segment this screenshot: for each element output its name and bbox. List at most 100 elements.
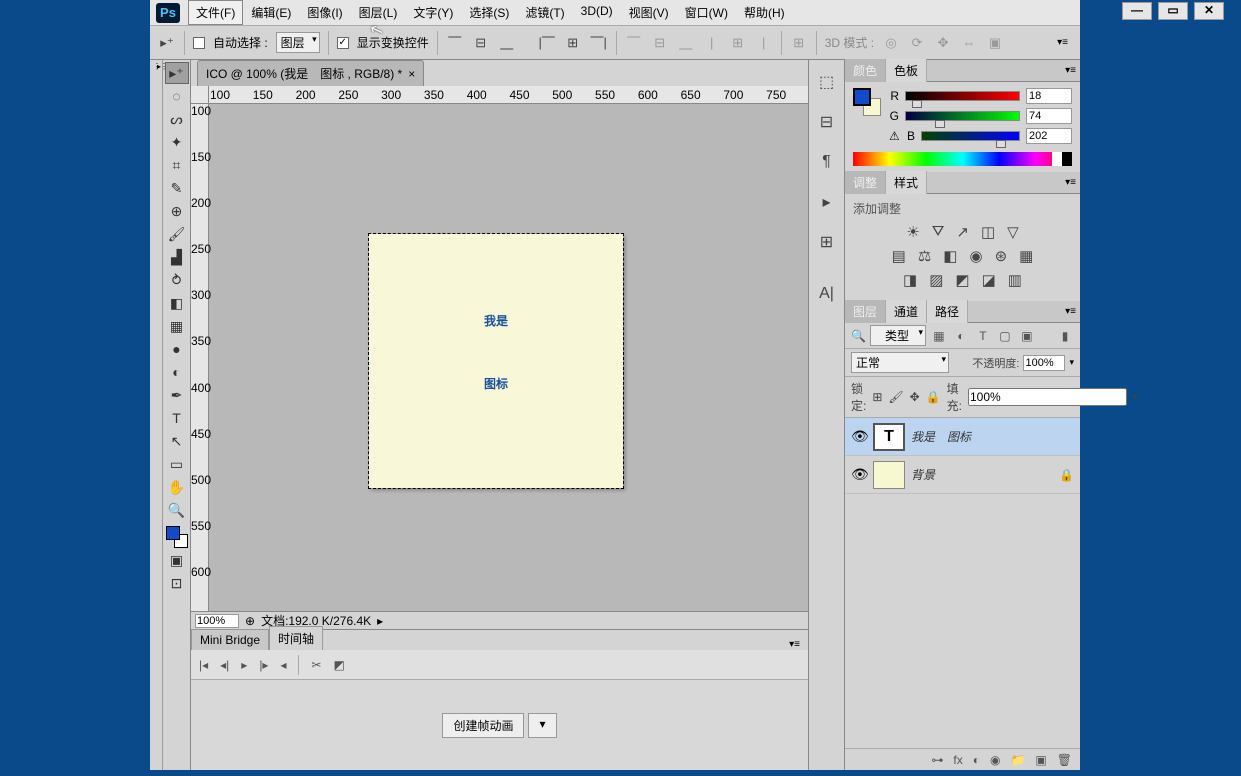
auto-select-checkbox[interactable] <box>193 37 205 49</box>
tab-adjustments[interactable]: 调整 <box>845 171 886 194</box>
colorbal-icon[interactable]: ⚖ <box>918 247 931 265</box>
next-frame-icon[interactable]: |▸ <box>259 658 268 672</box>
lasso-tool[interactable]: ᔕ <box>165 108 189 130</box>
vibrance-icon[interactable]: ▽ <box>1007 223 1019 241</box>
marquee-tool[interactable]: ◌ <box>165 85 189 107</box>
zoom-tool[interactable]: 🔍 <box>165 499 189 521</box>
lock-trans-icon[interactable]: ⊞ <box>872 390 882 404</box>
menu-2[interactable]: 图像(I) <box>299 0 350 25</box>
gradient-tool[interactable]: ▦ <box>165 315 189 337</box>
b-slider[interactable] <box>921 131 1020 141</box>
filter-shape-icon[interactable]: ▢ <box>996 329 1014 343</box>
document-tab[interactable]: ICO @ 100% (我是 图标 , RGB/8) * × <box>197 60 424 86</box>
char-panel-icon[interactable]: ¶ <box>814 148 840 176</box>
history-brush-tool[interactable]: ⥁ <box>165 269 189 291</box>
visibility-icon[interactable]: 👁 <box>851 428 867 445</box>
r-slider[interactable] <box>905 91 1020 101</box>
spectrum-bar[interactable] <box>853 152 1072 166</box>
quickmask-tool[interactable]: ▣ <box>165 549 189 571</box>
3d-panel-icon[interactable]: ⬚ <box>814 68 840 96</box>
fg-color[interactable] <box>166 526 180 540</box>
actions-panel-icon[interactable]: ▸ <box>814 188 840 216</box>
zoom-input[interactable] <box>195 614 239 628</box>
menu-8[interactable]: 视图(V) <box>621 0 677 25</box>
tab-channels[interactable]: 通道 <box>886 300 927 323</box>
exposure-icon[interactable]: ◫ <box>981 223 995 241</box>
status-flyout-icon[interactable]: ▸ <box>377 614 383 628</box>
threshold-icon[interactable]: ◩ <box>955 271 969 289</box>
layer-item[interactable]: 👁T我是 图标 <box>845 418 1080 456</box>
history-panel-icon[interactable]: ⊞ <box>814 228 840 256</box>
color-swatch[interactable] <box>166 526 188 548</box>
menu-7[interactable]: 3D(D) <box>573 0 621 25</box>
screenmode-tool[interactable]: ⊡ <box>165 572 189 594</box>
first-frame-icon[interactable]: |◂ <box>199 658 208 672</box>
filter-smart-icon[interactable]: ▣ <box>1018 329 1036 343</box>
lock-all-icon[interactable]: 🔒 <box>926 390 941 404</box>
scissors-icon[interactable]: ✂ <box>311 658 321 672</box>
align-bottom-icon[interactable]: ⎽ <box>498 34 516 52</box>
g-slider[interactable] <box>905 111 1020 121</box>
tab-close-icon[interactable]: × <box>408 67 415 81</box>
poster-icon[interactable]: ▨ <box>929 271 943 289</box>
tab-mini-bridge[interactable]: Mini Bridge <box>191 629 269 650</box>
type-tool[interactable]: T <box>165 407 189 429</box>
color-flyout-icon[interactable]: ▾≡ <box>1065 65 1076 76</box>
dodge-tool[interactable]: ◐ <box>165 361 189 383</box>
fill-adj-icon[interactable]: ◉ <box>990 753 1000 767</box>
bw-icon[interactable]: ◧ <box>943 247 957 265</box>
menu-10[interactable]: 帮助(H) <box>736 0 793 25</box>
r-input[interactable] <box>1026 88 1072 104</box>
props-panel-icon[interactable]: ⊟ <box>814 108 840 136</box>
optbar-flyout-icon[interactable]: ▾≡ <box>1057 37 1068 48</box>
lock-pos-icon[interactable]: ✥ <box>910 390 920 404</box>
stamp-tool[interactable]: ▟ <box>165 246 189 268</box>
align-right-icon[interactable]: ⎺| <box>590 34 608 52</box>
mask-icon[interactable]: ◐ <box>973 753 980 767</box>
tab-swatches[interactable]: 色板 <box>886 59 927 82</box>
prev-frame-icon[interactable]: ◂| <box>220 658 229 672</box>
close-button[interactable]: ✕ <box>1194 2 1224 20</box>
align-vcenter-icon[interactable]: ⊟ <box>472 34 490 52</box>
transition-icon[interactable]: ◩ <box>334 658 345 672</box>
group-icon[interactable]: 📁 <box>1010 753 1025 767</box>
filter-adj-icon[interactable]: ◐ <box>952 329 970 343</box>
filter-type-select[interactable]: 类型 <box>870 325 926 346</box>
eyedropper-tool[interactable]: ✎ <box>165 177 189 199</box>
brightness-icon[interactable]: ☀ <box>906 223 919 241</box>
pen-tool[interactable]: ✒ <box>165 384 189 406</box>
tab-timeline[interactable]: 时间轴 <box>269 626 323 650</box>
bot-flyout-icon[interactable]: ▾≡ <box>789 639 800 650</box>
menu-6[interactable]: 滤镜(T) <box>517 0 572 25</box>
invert-icon[interactable]: ◨ <box>903 271 917 289</box>
trash-icon[interactable]: 🗑 <box>1057 753 1072 767</box>
filter-pixel-icon[interactable]: ▦ <box>930 329 948 343</box>
fill-input[interactable] <box>968 388 1127 406</box>
align-top-icon[interactable]: ⎺ <box>446 34 464 52</box>
path-tool[interactable]: ↖ <box>165 430 189 452</box>
play-icon[interactable]: ▸ <box>241 658 247 672</box>
eraser-tool[interactable]: ◧ <box>165 292 189 314</box>
mixer-icon[interactable]: ⊛ <box>995 247 1008 265</box>
layers-flyout-icon[interactable]: ▾≡ <box>1065 306 1076 317</box>
menu-9[interactable]: 窗口(W) <box>677 0 736 25</box>
create-frame-button[interactable]: 创建帧动画 <box>442 713 524 738</box>
layer-item[interactable]: 👁背景🔒 <box>845 456 1080 494</box>
menu-0[interactable]: 文件(F) <box>188 0 243 25</box>
tab-layers[interactable]: 图层 <box>845 300 886 323</box>
show-transform-checkbox[interactable]: ✓ <box>337 37 349 49</box>
heal-tool[interactable]: ⊕ <box>165 200 189 222</box>
auto-select-target[interactable]: 图层 <box>276 32 320 53</box>
panel-swatch[interactable] <box>853 88 881 116</box>
visibility-icon[interactable]: 👁 <box>851 466 867 483</box>
new-layer-icon[interactable]: ▣ <box>1035 753 1046 767</box>
menu-3[interactable]: 图层(L) <box>351 0 406 25</box>
fx-icon[interactable]: fx <box>953 753 962 767</box>
menu-1[interactable]: 编辑(E) <box>243 0 299 25</box>
tab-paths[interactable]: 路径 <box>927 300 968 323</box>
maximize-button[interactable]: ▭ <box>1158 2 1188 20</box>
adj-flyout-icon[interactable]: ▾≡ <box>1065 177 1076 188</box>
menu-4[interactable]: 文字(Y) <box>405 0 461 25</box>
photo-filter-icon[interactable]: ◉ <box>969 247 982 265</box>
blend-mode-select[interactable]: 正常 <box>851 352 949 373</box>
